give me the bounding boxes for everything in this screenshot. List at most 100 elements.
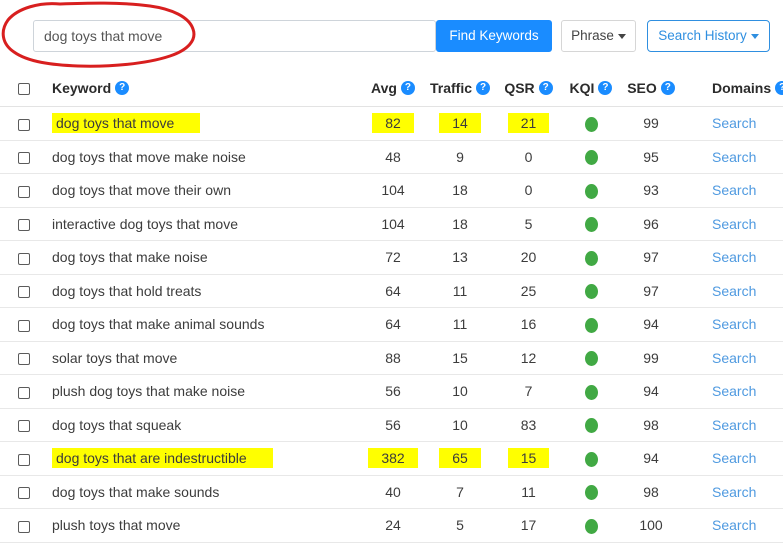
- domain-search-link[interactable]: Search: [712, 383, 756, 399]
- column-header-seo[interactable]: SEO?: [621, 70, 681, 107]
- row-checkbox[interactable]: [18, 386, 30, 399]
- table-row[interactable]: dog toys that move 82 14 21 99 Search: [0, 106, 783, 141]
- row-checkbox[interactable]: [18, 185, 30, 198]
- table-row[interactable]: dog toys that make sounds 40 7 11 98 Search: [0, 475, 783, 509]
- row-checkbox[interactable]: [18, 319, 30, 332]
- column-header-avg[interactable]: Avg?: [362, 70, 424, 107]
- domain-search-link[interactable]: Search: [712, 182, 756, 198]
- row-select-cell: [0, 207, 30, 241]
- row-checkbox[interactable]: [18, 219, 30, 232]
- table-row[interactable]: solar toys that move 88 15 12 99 Search: [0, 341, 783, 375]
- row-checkbox[interactable]: [18, 252, 30, 265]
- table-row[interactable]: dog toys that squeak 56 10 83 98 Search: [0, 408, 783, 442]
- traffic-cell-value: 7: [456, 483, 464, 500]
- kqi-cell: [561, 274, 621, 308]
- help-icon[interactable]: ?: [400, 81, 415, 96]
- kqi-cell: [561, 240, 621, 275]
- keyword-cell[interactable]: solar toys that move: [30, 341, 362, 375]
- keyword-cell[interactable]: dog toys that move make noise: [30, 140, 362, 174]
- table-row[interactable]: dog toys that hold treats 64 11 25 97 Search: [0, 274, 783, 308]
- help-icon[interactable]: ?: [476, 81, 490, 96]
- table-row[interactable]: plush dog toys that make noise 56 10 7 94 Sea…: [0, 374, 783, 409]
- row-checkbox[interactable]: [18, 286, 30, 299]
- traffic-cell-value: 18: [452, 182, 468, 199]
- table-row[interactable]: dog toys that make animal sounds 64 11 16 94…: [0, 307, 783, 342]
- domain-search-link[interactable]: Search: [712, 216, 756, 232]
- column-header-domains[interactable]: Domains?: [681, 70, 783, 107]
- row-select-cell: [0, 341, 30, 375]
- help-icon[interactable]: ?: [115, 81, 130, 96]
- row-checkbox[interactable]: [18, 420, 30, 433]
- keyword-cell[interactable]: dog toys that move their own: [30, 173, 362, 208]
- help-icon[interactable]: ?: [775, 81, 783, 96]
- keyword-cell[interactable]: interactive dog toys that move: [30, 207, 362, 241]
- domain-search-link[interactable]: Search: [712, 316, 756, 332]
- match-type-dropdown[interactable]: Phrase: [561, 20, 636, 52]
- keyword-cell[interactable]: dog toys that make sounds: [30, 475, 362, 509]
- avg-cell: 48: [362, 140, 424, 174]
- domain-search-link[interactable]: Search: [712, 249, 756, 265]
- seo-value: 94: [643, 450, 659, 467]
- seo-value: 93: [643, 182, 659, 199]
- traffic-cell: 10: [424, 408, 496, 442]
- keyword-cell[interactable]: dog toys that hold treats: [30, 274, 362, 308]
- select-all-checkbox[interactable]: [18, 83, 30, 96]
- domain-search-link[interactable]: Search: [712, 450, 756, 466]
- qsr-cell: 17: [496, 508, 561, 543]
- keyword-cell[interactable]: dog toys that are indestructible: [30, 441, 362, 476]
- keyword-cell[interactable]: plush dog toys that make noise: [30, 374, 362, 409]
- column-header-kqi[interactable]: KQI?: [561, 70, 621, 107]
- keyword-search-input[interactable]: [33, 20, 436, 52]
- row-checkbox[interactable]: [18, 453, 30, 466]
- table-row[interactable]: dog toys that move their own 104 18 0 93 Sear…: [0, 173, 783, 208]
- avg-cell: 72: [362, 240, 424, 275]
- seo-value: 99: [643, 115, 659, 132]
- domain-search-link[interactable]: Search: [712, 115, 756, 131]
- keyword-cell[interactable]: dog toys that move: [30, 106, 362, 141]
- row-checkbox[interactable]: [18, 118, 30, 131]
- keyword-cell[interactable]: dog toys that make noise: [30, 240, 362, 275]
- table-row[interactable]: dog toys that make noise 72 13 20 97 Search: [0, 240, 783, 275]
- keyword-cell[interactable]: dog toys that make animal sounds: [30, 307, 362, 342]
- select-all-header: [0, 70, 30, 107]
- seo-value: 94: [643, 383, 659, 400]
- domain-search-link[interactable]: Search: [712, 149, 756, 165]
- help-icon[interactable]: ?: [538, 81, 553, 96]
- table-row[interactable]: interactive dog toys that move 104 18 5 96 Se…: [0, 207, 783, 241]
- column-header-qsr[interactable]: QSR?: [496, 70, 561, 107]
- match-type-label: Phrase: [571, 28, 614, 43]
- keyword-cell[interactable]: dog toys that squeak: [30, 408, 362, 442]
- table-row[interactable]: dog toys that are indestructible 382 65 15 9…: [0, 441, 783, 476]
- traffic-cell: 10: [424, 374, 496, 409]
- seo-cell: 98: [621, 408, 681, 442]
- seo-value: 99: [643, 349, 659, 366]
- column-header-keyword[interactable]: Keyword?: [30, 70, 362, 107]
- find-keywords-button[interactable]: Find Keywords: [436, 20, 552, 52]
- domain-search-link[interactable]: Search: [712, 517, 756, 533]
- domains-cell: Search: [681, 374, 783, 409]
- kqi-cell: [561, 408, 621, 442]
- qsr-cell: 25: [496, 274, 561, 308]
- row-checkbox[interactable]: [18, 353, 30, 366]
- domain-search-link[interactable]: Search: [712, 283, 756, 299]
- table-row[interactable]: plush toys that move 24 5 17 100 Search: [0, 508, 783, 543]
- search-history-dropdown[interactable]: Search History: [647, 20, 770, 52]
- keyword-cell[interactable]: plush toys that move: [30, 508, 362, 543]
- domain-search-link[interactable]: Search: [712, 350, 756, 366]
- seo-cell: 99: [621, 106, 681, 141]
- table-row[interactable]: dog toys that move make noise 48 9 0 95 Searc…: [0, 140, 783, 174]
- row-checkbox[interactable]: [18, 152, 30, 165]
- column-header-traffic[interactable]: Traffic?: [424, 70, 496, 107]
- keyword-text: solar toys that move: [52, 349, 178, 366]
- search-history-label: Search History: [658, 28, 747, 43]
- help-icon[interactable]: ?: [598, 81, 613, 96]
- row-select-cell: [0, 106, 30, 141]
- kqi-green-indicator-icon: [584, 250, 598, 266]
- avg-cell-value: 64: [385, 282, 401, 299]
- kqi-green-indicator-icon: [584, 284, 598, 300]
- help-icon[interactable]: ?: [660, 81, 675, 96]
- row-checkbox[interactable]: [18, 487, 30, 500]
- domain-search-link[interactable]: Search: [712, 417, 756, 433]
- row-checkbox[interactable]: [18, 520, 30, 533]
- domain-search-link[interactable]: Search: [712, 484, 756, 500]
